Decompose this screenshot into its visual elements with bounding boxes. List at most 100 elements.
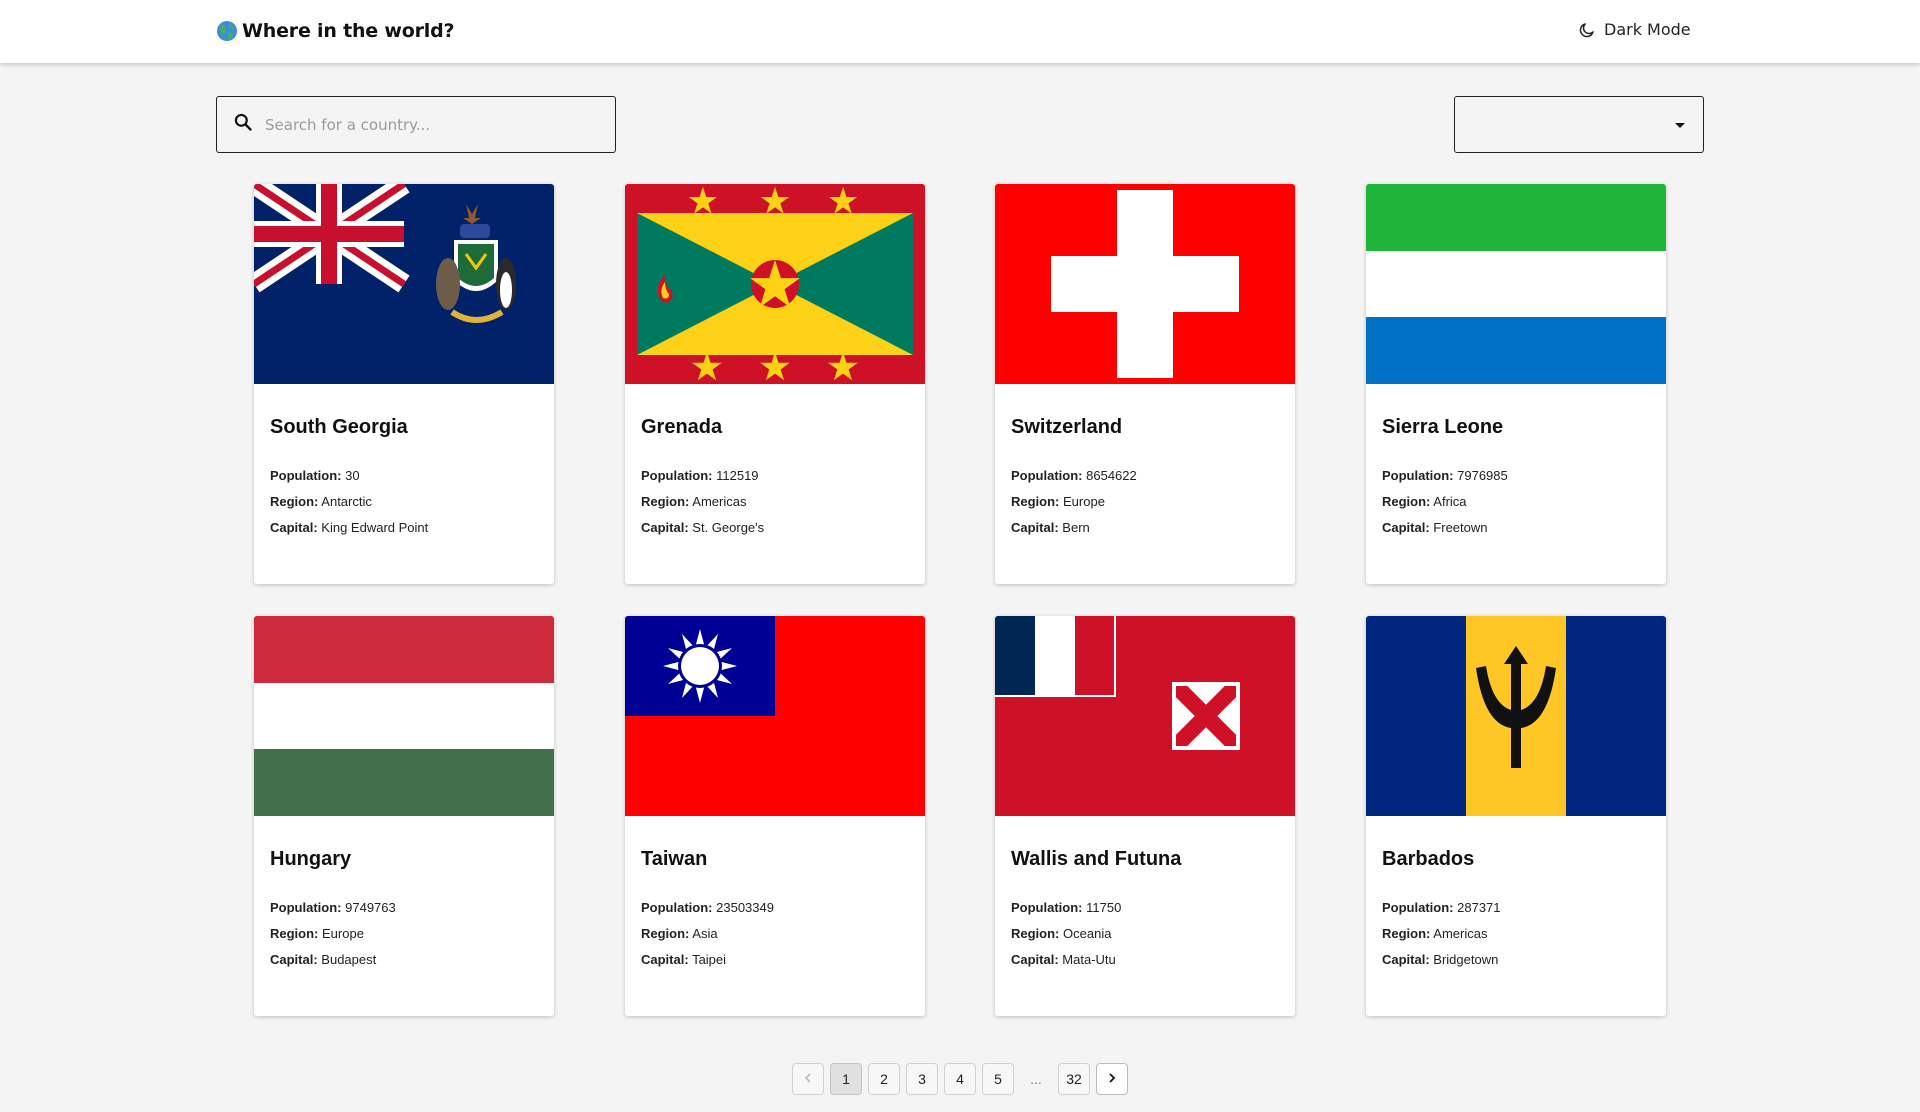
country-name: Barbados [1382,848,1475,870]
south-georgia-flag [254,184,554,384]
region-filter-select[interactable] [1454,96,1704,153]
capital-label: Capital: [1011,952,1059,967]
region-value: Antarctic [321,494,372,509]
region-label: Region: [1382,926,1431,941]
country-info: Population: 112519 Region: Americas Capi… [641,463,764,541]
capital-value: Taipei [692,952,727,967]
region-value: Americas [692,494,747,509]
country-card[interactable]: Taiwan Population: 23503349 Region: Asia… [625,616,925,1016]
page-button-1[interactable]: 1 [830,1063,862,1095]
capital-value: Mata-Utu [1062,952,1116,967]
population-value: 8654622 [1086,468,1137,483]
country-info: Population: 23503349 Region: Asia Capita… [641,895,774,973]
next-page-button[interactable] [1096,1063,1128,1095]
country-info: Population: 287371 Region: Americas Capi… [1382,895,1501,973]
capital-label: Capital: [270,520,318,535]
prev-page-button[interactable] [792,1063,824,1095]
population-value: 287371 [1457,900,1501,915]
search-input[interactable] [265,115,585,134]
capital-value: Bern [1062,520,1090,535]
region-value: Europe [1063,494,1105,509]
chevron-right-icon [1106,1071,1118,1087]
country-card[interactable]: Barbados Population: 287371 Region: Amer… [1366,616,1666,1016]
caret-down-icon [1675,123,1685,128]
population-label: Population: [1011,900,1083,915]
population-value: 112519 [716,468,759,483]
region-label: Region: [1382,494,1431,509]
country-name: Wallis and Futuna [1011,848,1182,870]
country-info: Population: 30 Region: Antarctic Capital… [270,463,428,541]
dark-mode-label: Dark Mode [1604,20,1691,39]
population-label: Population: [1382,900,1454,915]
capital-label: Capital: [1382,520,1430,535]
population-label: Population: [1382,468,1454,483]
page-button-2[interactable]: 2 [868,1063,900,1095]
region-label: Region: [641,494,690,509]
hungary-flag [254,616,554,816]
page-button-5[interactable]: 5 [982,1063,1014,1095]
country-card[interactable]: Switzerland Population: 8654622 Region: … [995,184,1295,584]
region-label: Region: [1011,494,1060,509]
population-value: 23503349 [716,900,774,915]
capital-value: Freetown [1433,520,1488,535]
country-name: Grenada [641,416,723,438]
region-value: Europe [322,926,364,941]
population-label: Population: [270,900,342,915]
capital-label: Capital: [270,952,318,967]
country-info: Population: 8654622 Region: Europe Capit… [1011,463,1137,541]
country-card[interactable]: Sierra Leone Population: 7976985 Region:… [1366,184,1666,584]
pagination-ellipsis: ... [1030,1071,1042,1087]
capital-label: Capital: [1382,952,1430,967]
sierra-leone-flag [1366,184,1666,384]
search-box[interactable] [216,96,616,153]
region-label: Region: [1011,926,1060,941]
region-value: Africa [1433,494,1467,509]
taiwan-flag [625,616,925,816]
capital-value: Budapest [321,952,377,967]
country-name: Switzerland [1011,416,1123,438]
chevron-left-icon [802,1071,814,1087]
country-card[interactable]: South Georgia Population: 30 Region: Ant… [254,184,554,584]
country-card[interactable]: Hungary Population: 9749763 Region: Euro… [254,616,554,1016]
capital-label: Capital: [1011,520,1059,535]
switzerland-flag [995,184,1295,384]
capital-value: Bridgetown [1433,952,1499,967]
page-button-last[interactable]: 32 [1058,1063,1090,1095]
region-label: Region: [270,494,319,509]
country-card[interactable]: Grenada Population: 112519 Region: Ameri… [625,184,925,584]
region-value: Oceania [1063,926,1112,941]
capital-label: Capital: [641,952,689,967]
country-info: Population: 7976985 Region: Africa Capit… [1382,463,1508,541]
dark-mode-toggle[interactable]: Dark Mode [1578,20,1691,39]
population-label: Population: [1011,468,1083,483]
population-value: 9749763 [345,900,396,915]
capital-label: Capital: [641,520,689,535]
capital-value: St. George's [692,520,765,535]
population-label: Population: [270,468,342,483]
region-label: Region: [270,926,319,941]
population-value: 11750 [1086,900,1122,915]
country-name: Sierra Leone [1382,416,1504,438]
region-value: Americas [1433,926,1488,941]
barbados-flag [1366,616,1666,816]
country-card[interactable]: Wallis and Futuna Population: 11750 Regi… [995,616,1295,1016]
population-value: 7976985 [1457,468,1508,483]
population-value: 30 [345,468,360,483]
page-button-4[interactable]: 4 [944,1063,976,1095]
grenada-flag [625,184,925,384]
page-button-3[interactable]: 3 [906,1063,938,1095]
country-name: South Georgia [270,416,408,438]
country-info: Population: 9749763 Region: Europe Capit… [270,895,396,973]
search-icon [233,112,253,137]
country-name: Taiwan [641,848,708,870]
app-header: Where in the world? Dark Mode [0,0,1920,63]
region-value: Asia [692,926,718,941]
country-info: Population: 11750 Region: Oceania Capita… [1011,895,1121,973]
population-label: Population: [641,900,713,915]
pagination: 1 2 3 4 5 ... 32 [792,1063,1128,1095]
globe-icon [216,20,238,42]
country-name: Hungary [270,848,352,870]
capital-value: King Edward Point [321,520,429,535]
app-title: Where in the world? [242,20,455,42]
wallis-and-futuna-flag [995,616,1295,816]
